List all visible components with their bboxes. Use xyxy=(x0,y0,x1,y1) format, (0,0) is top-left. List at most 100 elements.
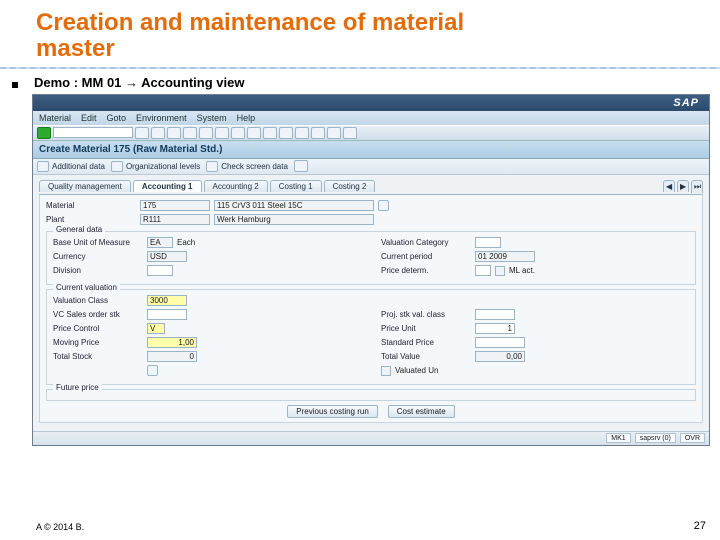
prev-costing-run-button[interactable]: Previous costing run xyxy=(287,405,377,418)
material-field[interactable]: 175 xyxy=(140,200,210,211)
firstpage-icon[interactable] xyxy=(247,127,261,139)
cost-estimate-button[interactable]: Cost estimate xyxy=(388,405,455,418)
valcat-field[interactable] xyxy=(475,237,501,248)
valun-label: Valuated Un xyxy=(395,366,438,375)
buom-label: Base Unit of Measure xyxy=(53,238,143,247)
material-desc: 115 CrV3 011 Steel 15C xyxy=(214,200,374,211)
valcat-label: Valuation Category xyxy=(381,238,471,247)
slide-title-line2: master xyxy=(36,35,115,62)
tab-scroll-left[interactable]: ◀ xyxy=(663,180,675,192)
current-valuation-group: Current valuation Valuation Class3000 VC… xyxy=(46,289,696,385)
current-valuation-title: Current valuation xyxy=(53,283,120,292)
plant-desc: Werk Hamburg xyxy=(214,214,374,225)
demo-bullet: Demo : MM 01 → Accounting view xyxy=(34,75,244,90)
tval-field: 0,00 xyxy=(475,351,525,362)
vcso-label: VC Sales order stk xyxy=(53,310,143,319)
material-label: Material xyxy=(46,201,136,210)
bullet-dot-icon xyxy=(12,82,18,88)
vclass-field[interactable]: 3000 xyxy=(147,295,187,306)
future-price-group: Future price xyxy=(46,389,696,401)
tab-accounting2[interactable]: Accounting 2 xyxy=(204,180,268,192)
tval-label: Total Value xyxy=(381,352,471,361)
general-data-title: General data xyxy=(53,225,105,234)
buom-field[interactable]: EA xyxy=(147,237,173,248)
doc-icon xyxy=(37,161,49,172)
tstock-label: Total Stock xyxy=(53,352,143,361)
menu-environment[interactable]: Environment xyxy=(136,113,187,123)
find-icon[interactable] xyxy=(215,127,229,139)
tab-quality-mgmt[interactable]: Quality management xyxy=(39,180,131,192)
sap-body: Quality management Accounting 1 Accounti… xyxy=(33,175,709,431)
mprice-label: Moving Price xyxy=(53,338,143,347)
vcso-field[interactable] xyxy=(147,309,187,320)
sap-logo: SAP xyxy=(667,97,705,109)
layout-icon[interactable] xyxy=(327,127,341,139)
tab-scroll-end[interactable]: ⏭ xyxy=(691,180,703,193)
pvc-field[interactable] xyxy=(475,309,515,320)
check-icon xyxy=(206,161,218,172)
newsession-icon[interactable] xyxy=(311,127,325,139)
save-icon[interactable] xyxy=(135,127,149,139)
tab-panel: Material 175 115 CrV3 011 Steel 15C Plan… xyxy=(39,195,703,423)
tab-accounting1[interactable]: Accounting 1 xyxy=(133,180,202,192)
valun-checkbox[interactable] xyxy=(381,366,391,376)
findnext-icon[interactable] xyxy=(231,127,245,139)
menu-help[interactable]: Help xyxy=(237,113,256,123)
plant-field[interactable]: R111 xyxy=(140,214,210,225)
pricedet-field[interactable] xyxy=(475,265,491,276)
curper-field: 01 2009 xyxy=(475,251,535,262)
general-data-group: General data Base Unit of MeasureEAEach … xyxy=(46,231,696,285)
tstock-field: 0 xyxy=(147,351,197,362)
slide-page-number: 27 xyxy=(694,520,706,532)
division-field[interactable] xyxy=(147,265,173,276)
pctl-field[interactable]: V xyxy=(147,323,165,334)
menu-system[interactable]: System xyxy=(197,113,227,123)
help-icon[interactable] xyxy=(343,127,357,139)
exit-icon[interactable] xyxy=(167,127,181,139)
buom-desc: Each xyxy=(177,238,195,247)
back-icon[interactable] xyxy=(151,127,165,139)
sap-window: SAP Material Edit Goto Environment Syste… xyxy=(32,94,710,446)
sap-menubar[interactable]: Material Edit Goto Environment System He… xyxy=(33,111,709,125)
curper-label: Current period xyxy=(381,252,471,261)
pricedet-label: Price determ. xyxy=(381,266,471,275)
sap-standard-toolbar xyxy=(33,125,709,141)
slide-footer: A © 2014 B. xyxy=(36,522,84,532)
menu-goto[interactable]: Goto xyxy=(107,113,127,123)
prevpage-icon[interactable] xyxy=(263,127,277,139)
currency-field[interactable]: USD xyxy=(147,251,187,262)
nextpage-icon[interactable] xyxy=(279,127,293,139)
print-icon[interactable] xyxy=(199,127,213,139)
lastpage-icon[interactable] xyxy=(295,127,309,139)
punit-field[interactable]: 1 xyxy=(475,323,515,334)
screen-title: Create Material 175 (Raw Material Std.) xyxy=(33,141,709,159)
sap-app-toolbar: Additional data Organizational levels Ch… xyxy=(33,159,709,175)
sap-titlebar: SAP xyxy=(33,95,709,111)
command-field[interactable] xyxy=(53,127,133,138)
mprice-field[interactable]: 1,00 xyxy=(147,337,197,348)
pvc-label: Proj. stk val. class xyxy=(381,310,471,319)
sprice-field[interactable] xyxy=(475,337,525,348)
mlact-checkbox[interactable] xyxy=(495,266,505,276)
currency-label: Currency xyxy=(53,252,143,261)
info-icon[interactable] xyxy=(378,200,389,211)
expand-icon[interactable] xyxy=(147,365,158,376)
cancel-icon[interactable] xyxy=(183,127,197,139)
status-system: MK1 xyxy=(606,433,630,443)
org-levels-button[interactable]: Organizational levels xyxy=(111,161,200,172)
menu-material[interactable]: Material xyxy=(39,113,71,123)
menu-edit[interactable]: Edit xyxy=(81,113,97,123)
tab-scroll-right[interactable]: ▶ xyxy=(677,180,689,192)
sap-statusbar: MK1 sapsrv (0) OVR xyxy=(33,431,709,445)
check-screen-button[interactable]: Check screen data xyxy=(206,161,288,172)
tab-costing1[interactable]: Costing 1 xyxy=(270,180,322,192)
tab-costing2[interactable]: Costing 2 xyxy=(324,180,376,192)
org-icon xyxy=(111,161,123,172)
enter-icon[interactable] xyxy=(37,127,51,139)
status-server: sapsrv (0) xyxy=(635,433,676,443)
plant-label: Plant xyxy=(46,215,136,224)
future-price-title: Future price xyxy=(53,383,102,392)
title-underline xyxy=(0,67,720,69)
info-button[interactable] xyxy=(294,160,308,172)
additional-data-button[interactable]: Additional data xyxy=(37,161,105,172)
